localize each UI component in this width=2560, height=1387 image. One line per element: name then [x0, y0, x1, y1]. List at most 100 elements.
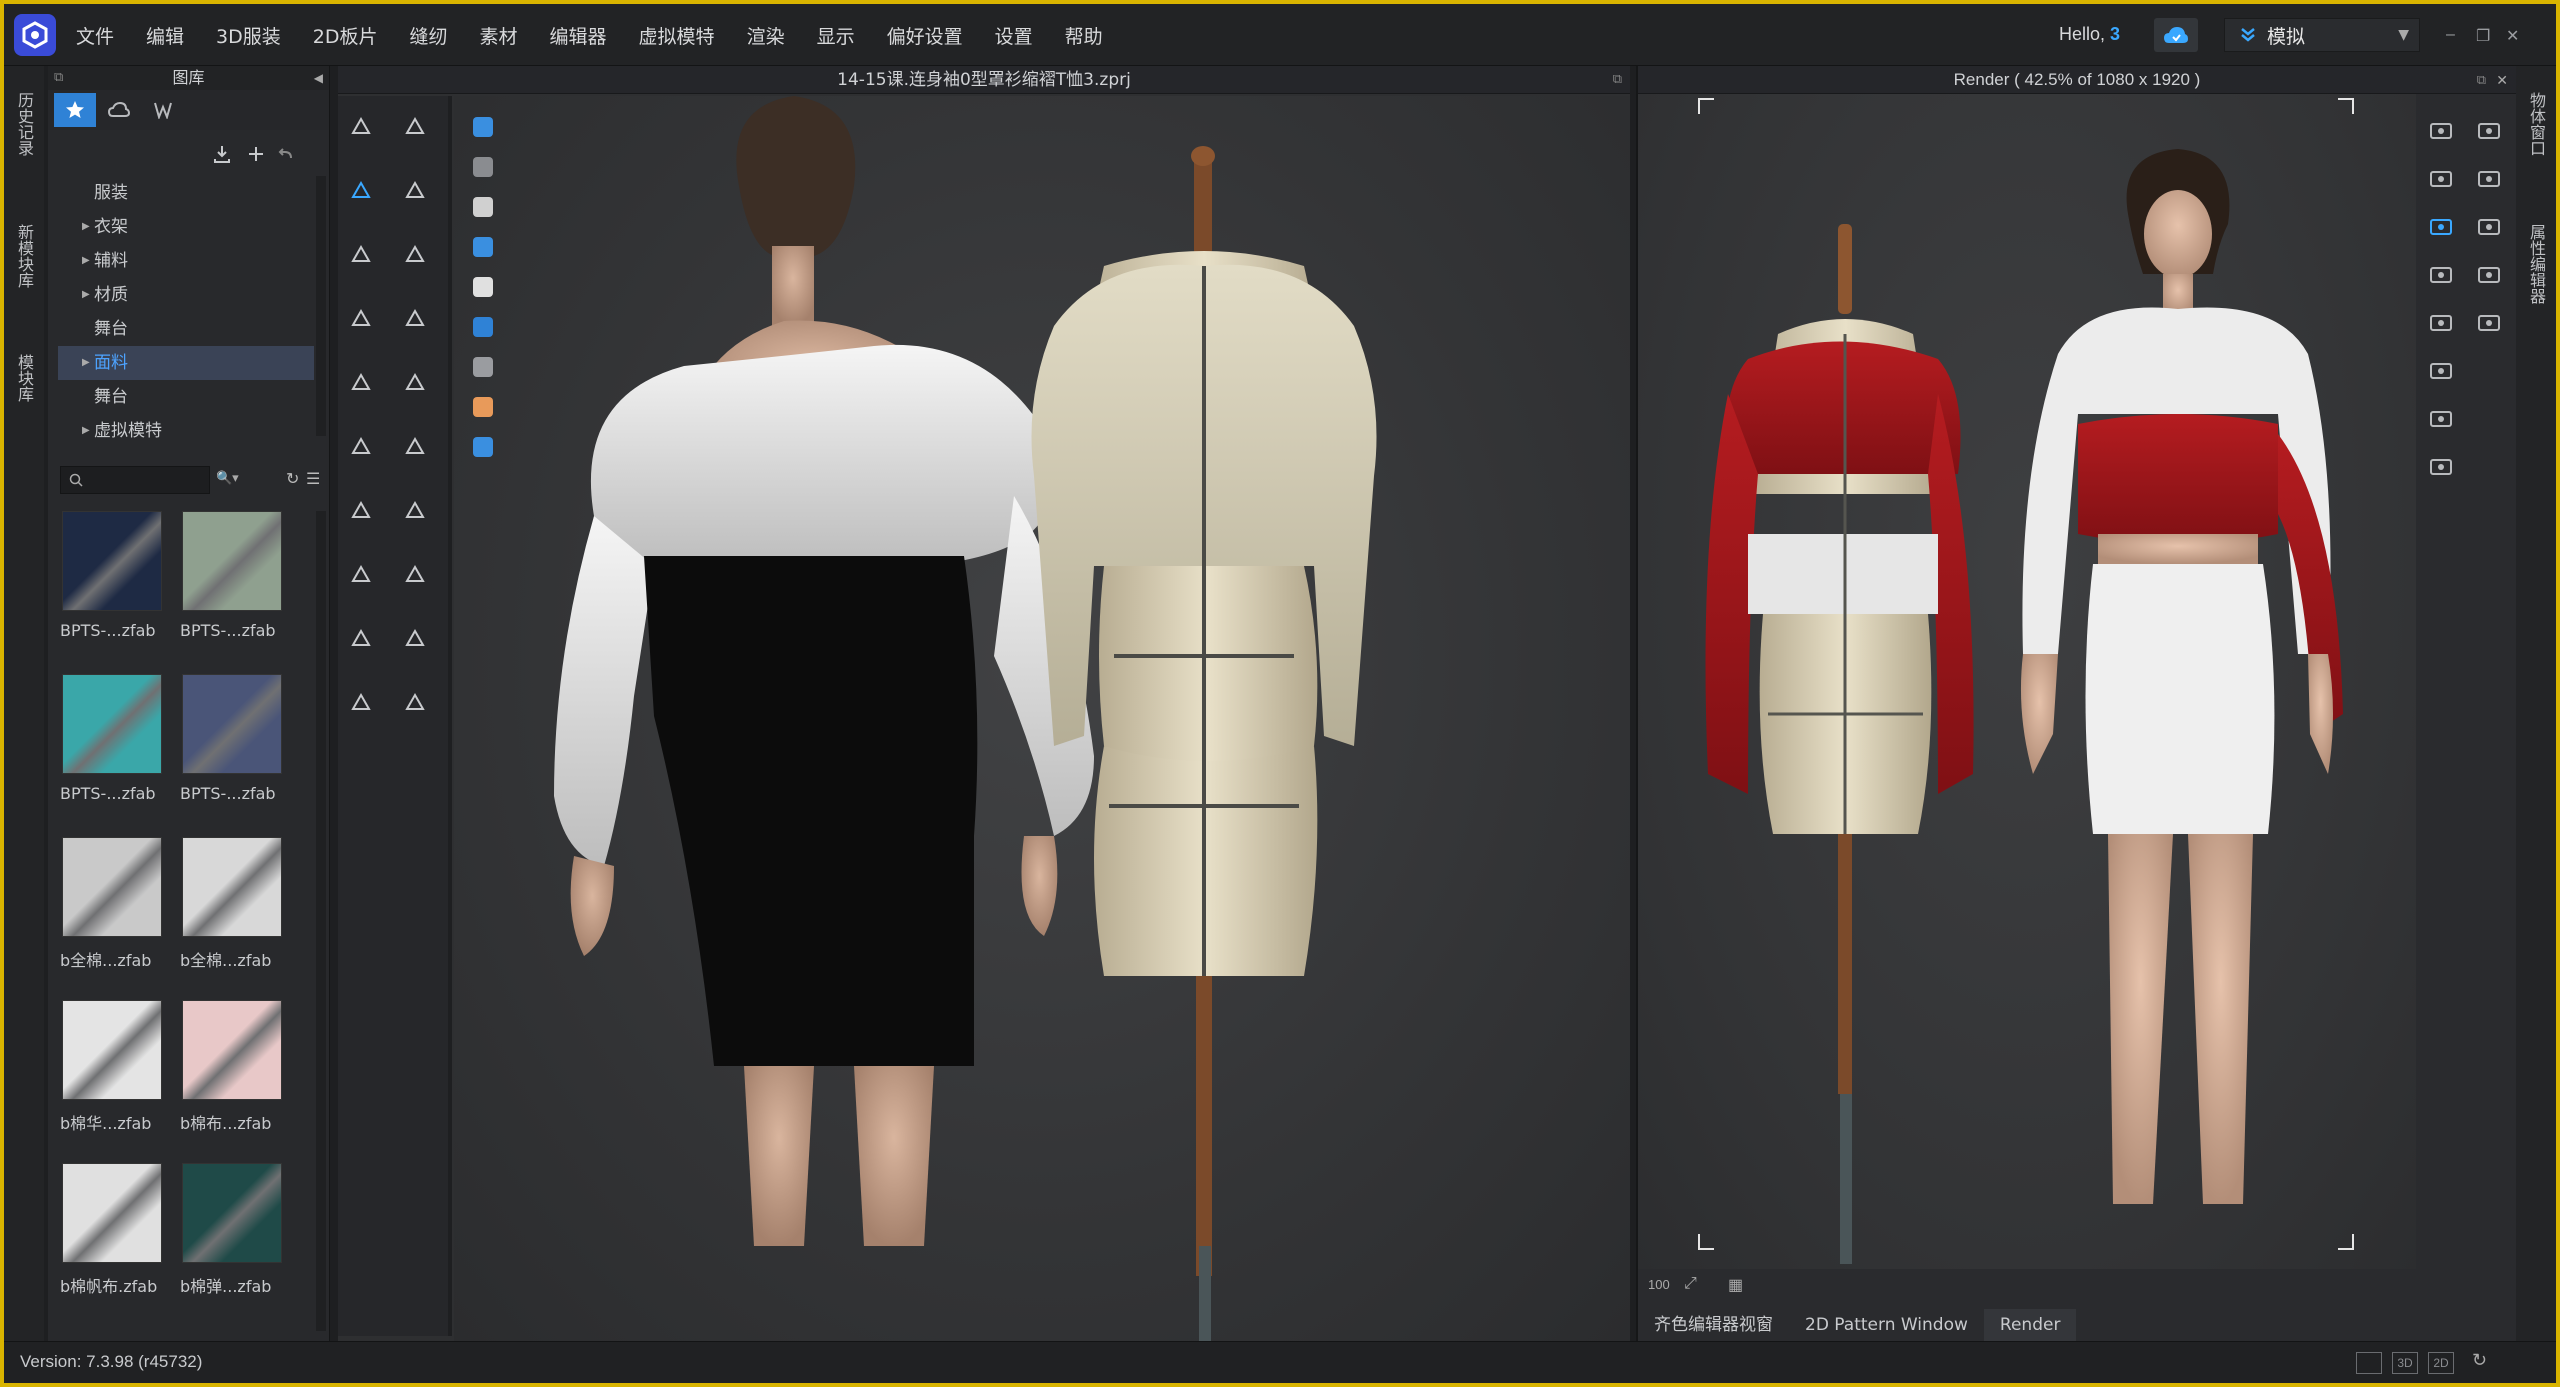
fabric-thumbnail[interactable]: BPTS-...zfab [180, 674, 290, 803]
menu-render[interactable]: 渲染 [747, 22, 785, 49]
topstitch-icon[interactable] [398, 494, 432, 528]
tab-history[interactable]: 历史记录 [12, 92, 36, 156]
transform-icon[interactable] [398, 110, 432, 144]
search-input[interactable] [60, 466, 210, 494]
tab-render[interactable]: Render [1983, 1309, 2077, 1341]
tab-property-editor[interactable]: 属性编辑器 [2524, 224, 2548, 304]
fabric-thumbnail[interactable]: BPTS-...zfab [180, 511, 290, 640]
edit-pattern-icon[interactable] [344, 174, 378, 208]
segment-sewing-icon[interactable] [344, 366, 378, 400]
fabric-thumbnail[interactable]: b棉布...zfab [180, 1000, 290, 1134]
render-tool-icon[interactable] [2472, 258, 2506, 292]
tree-item[interactable]: 舞台 [58, 312, 314, 346]
menu-3d-garment[interactable]: 3D服装 [216, 22, 281, 49]
undock-icon[interactable]: ⧉ [1613, 66, 1622, 94]
fabric-thumbnail[interactable]: b全棉...zfab [180, 837, 290, 971]
tree-item[interactable]: ▶ 材质 [58, 278, 314, 312]
free-sewing-icon[interactable] [398, 366, 432, 400]
menu-help[interactable]: 帮助 [1065, 22, 1103, 49]
fabric-thumbnail[interactable]: BPTS-...zfab [60, 511, 170, 640]
tab-colorway-editor[interactable]: 齐色编辑器视窗 [1638, 1309, 1789, 1341]
tab-2d-pattern-window[interactable]: 2D Pattern Window [1789, 1309, 1984, 1341]
restore-icon[interactable]: ❐ [2476, 26, 2490, 46]
tab-modules[interactable]: 模块库 [12, 354, 36, 402]
render-tool-icon[interactable] [2472, 210, 2506, 244]
texture-icon[interactable] [398, 686, 432, 720]
fabric-thumbnail[interactable]: b棉弹...zfab [180, 1163, 290, 1297]
user-greeting[interactable]: Hello, 3 [2059, 24, 2120, 45]
grid-icon[interactable]: ▦ [1728, 1275, 1743, 1295]
sync-icon[interactable]: ↻ [2472, 1350, 2487, 1371]
close-icon[interactable]: ✕ [2506, 26, 2519, 46]
cloud-sync-button[interactable] [2154, 18, 2198, 52]
view-3d-icon[interactable]: 3D [2392, 1352, 2418, 1374]
avatar-icon[interactable] [344, 622, 378, 656]
refresh-icon[interactable]: ↻ [286, 469, 299, 489]
pin-icon[interactable] [344, 238, 378, 272]
buttonhole-icon[interactable] [344, 494, 378, 528]
measure-icon[interactable] [398, 302, 432, 336]
render-tool-icon[interactable] [2424, 450, 2458, 484]
quick-tool-icon[interactable] [466, 110, 500, 144]
tree-item[interactable]: ▶ 辅料 [58, 244, 314, 278]
render-tool-icon[interactable] [2472, 306, 2506, 340]
render-tool-icon[interactable] [2424, 306, 2458, 340]
collapse-left-icon[interactable]: ◀ [314, 66, 323, 90]
tree-item[interactable]: 舞台 [58, 380, 314, 414]
fabric-thumbnail[interactable]: BPTS-...zfab [60, 674, 170, 803]
view-2d-icon[interactable]: 2D [2428, 1352, 2454, 1374]
render-tool-icon[interactable] [2424, 210, 2458, 244]
tree-item[interactable]: ▶ 虚拟模特 [58, 414, 314, 448]
tree-item[interactable]: ▶ 衣架 [58, 210, 314, 244]
expand-arrow-icon[interactable]: ▶ [82, 414, 90, 448]
tab-object-browser[interactable]: 物体窗口 [2524, 92, 2548, 156]
expand-arrow-icon[interactable]: ▶ [82, 244, 90, 278]
mode-dropdown[interactable]: 模拟 ▼ [2224, 18, 2420, 52]
quick-tool-icon[interactable] [466, 390, 500, 424]
quick-tool-icon[interactable] [466, 230, 500, 264]
app-logo-icon[interactable] [14, 14, 56, 56]
quick-tool-icon[interactable] [466, 430, 500, 464]
render-tool-icon[interactable] [2424, 114, 2458, 148]
fabric-icon[interactable] [344, 686, 378, 720]
menu-materials[interactable]: 素材 [480, 22, 518, 49]
render-tool-icon[interactable] [2424, 258, 2458, 292]
undock-icon[interactable]: ⧉ [2477, 66, 2486, 94]
menu-editor[interactable]: 编辑器 [550, 22, 607, 49]
render-tool-icon[interactable] [2424, 354, 2458, 388]
quick-tool-icon[interactable] [466, 270, 500, 304]
render-canvas[interactable] [1638, 94, 2418, 1269]
fit-view-icon[interactable]: ⤢ [1684, 1275, 1697, 1293]
tab-marketplace[interactable] [142, 93, 184, 127]
search-options-icon[interactable]: 🔍▾ [216, 470, 239, 486]
tree-item[interactable]: 服装 [58, 176, 314, 210]
expand-arrow-icon[interactable]: ▶ [82, 210, 90, 244]
back-icon[interactable] [274, 142, 298, 166]
tab-new-modules[interactable]: 新模块库 [12, 224, 36, 288]
quick-tool-icon[interactable] [466, 150, 500, 184]
puckering-icon[interactable] [398, 558, 432, 592]
sewing-icon[interactable] [344, 302, 378, 336]
add-icon[interactable] [244, 142, 268, 166]
menu-settings[interactable]: 设置 [995, 22, 1033, 49]
tree-item[interactable]: ▶ 面料 [58, 346, 314, 380]
menu-display[interactable]: 显示 [817, 22, 855, 49]
zoom-100-icon[interactable]: 100 [1648, 1277, 1670, 1292]
expand-arrow-icon[interactable]: ▶ [82, 346, 90, 380]
strap-icon[interactable] [398, 238, 432, 272]
zipper-icon[interactable] [344, 430, 378, 464]
tab-favorites[interactable] [54, 93, 96, 127]
menu-sewing[interactable]: 缝纫 [410, 22, 448, 49]
minimize-icon[interactable]: – [2446, 26, 2455, 44]
download-icon[interactable] [210, 142, 234, 166]
3d-scene[interactable] [454, 96, 1630, 1341]
menu-edit[interactable]: 编辑 [146, 22, 184, 49]
render-tool-icon[interactable] [2472, 162, 2506, 196]
menu-avatar[interactable]: 虚拟模特 [639, 22, 715, 49]
list-view-icon[interactable]: ☰ [306, 469, 320, 489]
expand-arrow-icon[interactable]: ▶ [82, 278, 90, 312]
tack-icon[interactable] [344, 558, 378, 592]
close-icon[interactable]: ✕ [2496, 66, 2508, 94]
hanger-icon[interactable] [398, 622, 432, 656]
fold-arrangement-icon[interactable] [398, 174, 432, 208]
